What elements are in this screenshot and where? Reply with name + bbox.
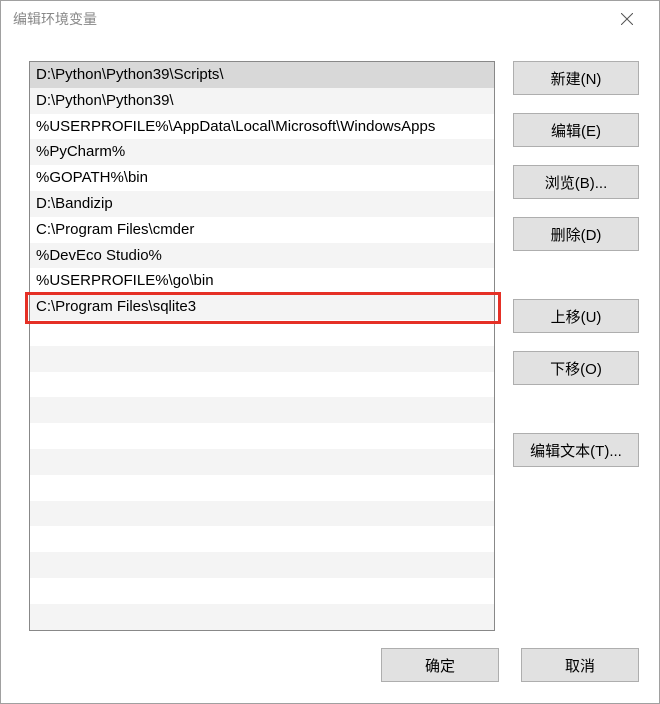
browse-button[interactable]: 浏览(B)... (513, 165, 639, 199)
list-item[interactable] (30, 604, 494, 630)
list-item[interactable]: %USERPROFILE%\go\bin (30, 268, 494, 294)
list-item[interactable]: %PyCharm% (30, 139, 494, 165)
list-item[interactable] (30, 320, 494, 346)
list-wrapper: D:\Python\Python39\Scripts\D:\Python\Pyt… (29, 61, 495, 643)
list-item[interactable] (30, 423, 494, 449)
list-item[interactable] (30, 372, 494, 398)
list-item[interactable] (30, 552, 494, 578)
list-item[interactable]: %USERPROFILE%\AppData\Local\Microsoft\Wi… (30, 114, 494, 140)
titlebar: 编辑环境变量 (1, 1, 659, 37)
close-icon (621, 13, 633, 25)
close-button[interactable] (607, 1, 647, 37)
list-item[interactable] (30, 475, 494, 501)
list-item[interactable] (30, 346, 494, 372)
move-up-button[interactable]: 上移(U) (513, 299, 639, 333)
dialog-window: 编辑环境变量 D:\Python\Python39\Scripts\D:\Pyt… (0, 0, 660, 704)
list-item[interactable] (30, 526, 494, 552)
edit-text-button[interactable]: 编辑文本(T)... (513, 433, 639, 467)
window-title: 编辑环境变量 (13, 9, 97, 29)
list-item[interactable]: D:\Python\Python39\Scripts\ (30, 62, 494, 88)
list-item[interactable]: D:\Bandizip (30, 191, 494, 217)
move-down-button[interactable]: 下移(O) (513, 351, 639, 385)
ok-button[interactable]: 确定 (381, 648, 499, 682)
dialog-content: D:\Python\Python39\Scripts\D:\Python\Pyt… (1, 37, 659, 643)
list-item[interactable]: C:\Program Files\sqlite3 (30, 294, 494, 320)
list-item[interactable]: %DevEco Studio% (30, 243, 494, 269)
list-item[interactable]: %GOPATH%\bin (30, 165, 494, 191)
list-item[interactable]: D:\Python\Python39\ (30, 88, 494, 114)
dialog-footer: 确定 取消 (1, 643, 659, 703)
new-button[interactable]: 新建(N) (513, 61, 639, 95)
list-item[interactable] (30, 397, 494, 423)
list-item[interactable] (30, 449, 494, 475)
list-item[interactable] (30, 501, 494, 527)
list-item[interactable] (30, 578, 494, 604)
delete-button[interactable]: 删除(D) (513, 217, 639, 251)
edit-button[interactable]: 编辑(E) (513, 113, 639, 147)
side-button-column: 新建(N) 编辑(E) 浏览(B)... 删除(D) 上移(U) 下移(O) 编… (513, 61, 639, 643)
list-item[interactable]: C:\Program Files\cmder (30, 217, 494, 243)
path-listbox[interactable]: D:\Python\Python39\Scripts\D:\Python\Pyt… (29, 61, 495, 631)
cancel-button[interactable]: 取消 (521, 648, 639, 682)
